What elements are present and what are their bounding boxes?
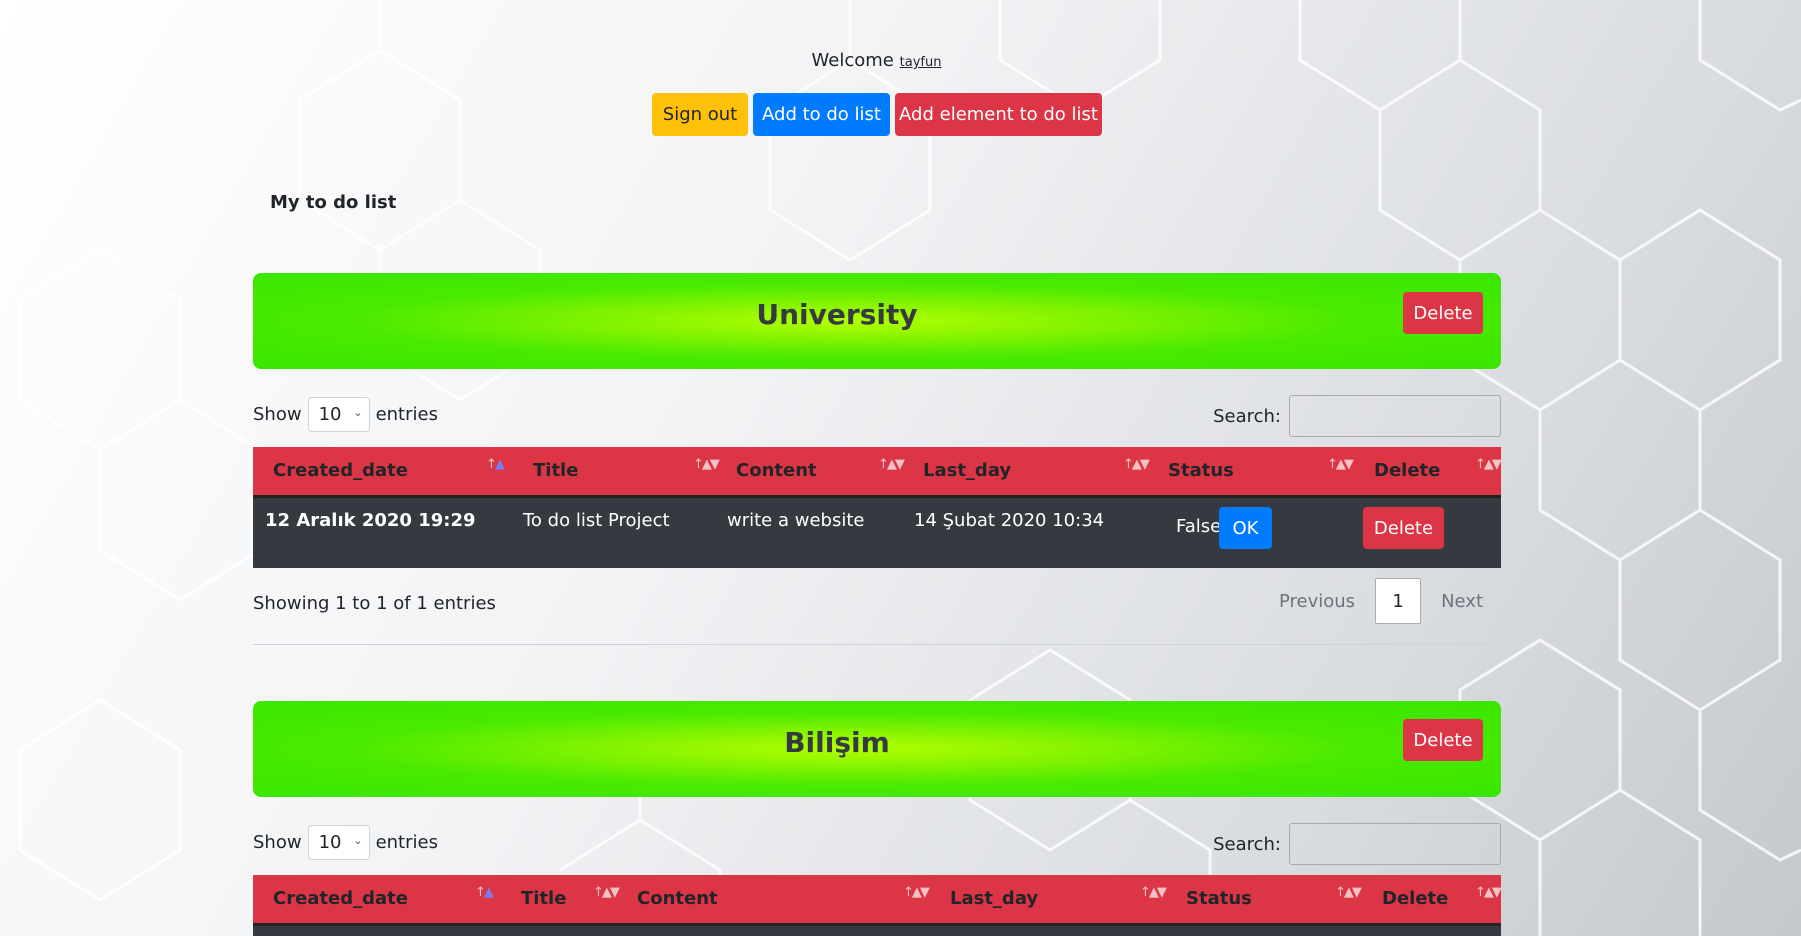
pagination: Previous 1 Next <box>1279 578 1501 624</box>
next-button[interactable]: Next <box>1441 591 1483 612</box>
chevron-down-icon: ⌄ <box>353 834 363 847</box>
page-length-select[interactable]: 10 ⌄ <box>307 825 370 860</box>
table-row <box>253 926 1501 936</box>
sort-asc-icon: ↑▲ <box>475 885 494 900</box>
table-header: Created_date ↑▲ Title ↑▲▼ Content ↑▲▼ La… <box>253 875 1502 926</box>
sort-icon: ↑▲▼ <box>903 885 930 900</box>
sort-icon: ↑▲▼ <box>878 457 905 472</box>
search-label: Search: <box>1213 405 1281 427</box>
search-input[interactable] <box>1289 395 1501 437</box>
mark-ok-button[interactable]: OK <box>1219 507 1272 549</box>
delete-list-button[interactable]: Delete <box>1403 719 1483 761</box>
page-length-value: 10 <box>318 832 342 853</box>
todo-list-university: University Delete Show 10 ⌄ entries Sear… <box>253 273 1502 645</box>
welcome-text: Welcome <box>811 50 894 71</box>
page-title: My to do list <box>270 192 397 213</box>
list-title: Bilişim <box>784 726 890 759</box>
delete-item-button[interactable]: Delete <box>1363 507 1444 549</box>
entries-label: entries <box>375 832 438 853</box>
entries-label: entries <box>375 404 438 425</box>
username-link[interactable]: tayfun <box>900 55 942 70</box>
welcome-message: Welcome tayfun <box>0 50 1753 71</box>
table-row: 12 Aralık 2020 19:29 To do list Project … <box>253 498 1501 568</box>
page-button-1[interactable]: 1 <box>1375 578 1422 624</box>
search-input[interactable] <box>1289 823 1501 865</box>
page-length-value: 10 <box>318 404 342 425</box>
column-header-title[interactable]: Title <box>521 888 566 909</box>
sort-asc-icon: ↑▲ <box>486 457 505 472</box>
search-label: Search: <box>1213 833 1281 855</box>
sort-icon: ↑▲▼ <box>1123 457 1150 472</box>
chevron-down-icon: ⌄ <box>353 406 363 419</box>
cell-status: False <box>1176 516 1222 537</box>
list-title: University <box>756 298 918 331</box>
sort-icon: ↑▲▼ <box>1475 457 1502 472</box>
sort-icon: ↑▲▼ <box>593 885 620 900</box>
column-header-created-date[interactable]: Created_date <box>273 888 408 909</box>
previous-button[interactable]: Previous <box>1279 591 1355 612</box>
sort-icon: ↑▲▼ <box>1327 457 1354 472</box>
column-header-status[interactable]: Status <box>1186 888 1252 909</box>
search-control: Search: <box>1213 823 1501 865</box>
sort-icon: ↑▲▼ <box>1335 885 1362 900</box>
cell-created-date: 12 Aralık 2020 19:29 <box>265 510 476 531</box>
sort-icon: ↑▲▼ <box>1140 885 1167 900</box>
column-header-status[interactable]: Status <box>1168 460 1234 481</box>
show-label: Show <box>253 832 302 853</box>
sort-icon: ↑▲▼ <box>693 457 720 472</box>
sort-icon: ↑▲▼ <box>1475 885 1502 900</box>
column-header-last-day[interactable]: Last_day <box>950 888 1038 909</box>
column-header-delete[interactable]: Delete <box>1374 460 1440 481</box>
column-header-last-day[interactable]: Last_day <box>923 460 1011 481</box>
page-length-select[interactable]: 10 ⌄ <box>307 397 370 432</box>
page: Welcome tayfun Sign out Add to do list A… <box>0 0 1801 936</box>
column-header-content[interactable]: Content <box>736 460 817 481</box>
length-control: Show 10 ⌄ entries <box>253 397 438 432</box>
todo-list-bilisim: Bilişim Delete Show 10 ⌄ entries Search:… <box>253 701 1502 936</box>
divider <box>253 644 1501 645</box>
add-element-button[interactable]: Add element to do list <box>895 93 1102 136</box>
search-control: Search: <box>1213 395 1501 437</box>
cell-title: To do list Project <box>523 510 670 531</box>
column-header-delete[interactable]: Delete <box>1382 888 1448 909</box>
length-control: Show 10 ⌄ entries <box>253 825 438 860</box>
delete-list-button[interactable]: Delete <box>1403 292 1483 334</box>
sign-out-button[interactable]: Sign out <box>652 93 748 136</box>
cell-content: write a website <box>727 510 865 531</box>
show-label: Show <box>253 404 302 425</box>
list-banner: University Delete <box>253 273 1501 369</box>
column-header-created-date[interactable]: Created_date <box>273 460 408 481</box>
add-to-do-list-button[interactable]: Add to do list <box>753 93 890 136</box>
list-banner: Bilişim Delete <box>253 701 1501 797</box>
table-header: Created_date ↑▲ Title ↑▲▼ Content ↑▲▼ La… <box>253 447 1502 498</box>
table-info: Showing 1 to 1 of 1 entries <box>253 593 496 614</box>
column-header-title[interactable]: Title <box>533 460 578 481</box>
cell-last-day: 14 Şubat 2020 10:34 <box>914 510 1105 531</box>
column-header-content[interactable]: Content <box>637 888 718 909</box>
